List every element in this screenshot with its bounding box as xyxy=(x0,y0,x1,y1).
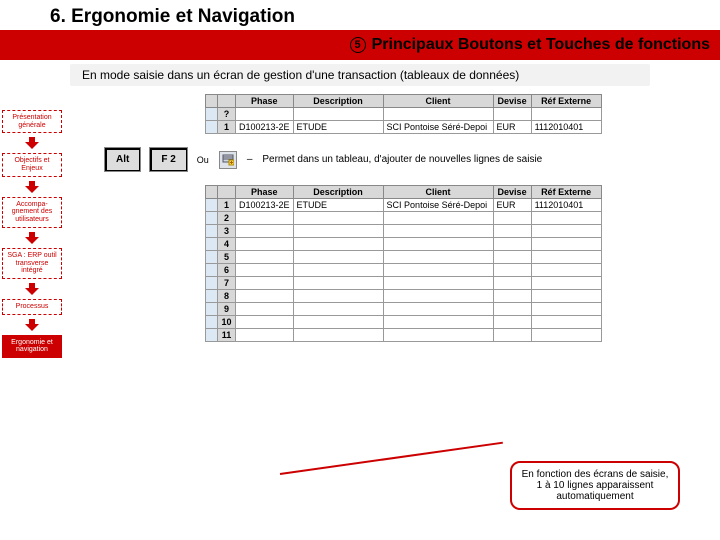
table-row[interactable]: 8 xyxy=(206,290,602,303)
main-content: Phase Description Client Devise Réf Exte… xyxy=(70,94,720,342)
table-row[interactable]: 4 xyxy=(206,238,602,251)
key-f2: F 2 xyxy=(150,148,186,171)
context-bar: En mode saisie dans un écran de gestion … xyxy=(70,64,650,86)
arrow-down-icon xyxy=(2,283,62,295)
slide-subtitle: 5 Principaux Boutons et Touches de fonct… xyxy=(350,36,710,54)
table-row[interactable]: ? xyxy=(206,108,602,121)
nav-item-ergonomie[interactable]: Ergonomie et navigation xyxy=(2,335,62,358)
arrow-down-icon xyxy=(2,319,62,331)
table2-wrap: Phase Description Client Devise Réf Exte… xyxy=(205,185,710,342)
table-row[interactable]: 6 xyxy=(206,264,602,277)
nav-item-sga[interactable]: SGA : ERP outil transverse intégré xyxy=(2,248,62,279)
table-row[interactable]: 2 xyxy=(206,212,602,225)
table-header-row: Phase Description Client Devise Réf Exte… xyxy=(206,95,602,108)
table-header-row: Phase Description Client Devise Réf Exte… xyxy=(206,186,602,199)
shortcut-explain: Permet dans un tableau, d'ajouter de nou… xyxy=(262,154,542,165)
erp-table-before: Phase Description Client Devise Réf Exte… xyxy=(205,94,602,134)
callout-text: En fonction des écrans de saisie, 1 à 10… xyxy=(522,469,669,502)
table-row[interactable]: 9 xyxy=(206,303,602,316)
slide-header: 6. Ergonomie et Navigation xyxy=(0,0,720,30)
arrow-down-icon xyxy=(2,181,62,193)
slide-title: 6. Ergonomie et Navigation xyxy=(50,6,720,28)
erp-table-after: Phase Description Client Devise Réf Exte… xyxy=(205,185,602,342)
red-banner: 5 Principaux Boutons et Touches de fonct… xyxy=(0,30,720,60)
callout-leader xyxy=(280,442,503,475)
nav-sidebar: Présentation générale Objectifs et Enjeu… xyxy=(2,110,62,362)
table-row[interactable]: 5 xyxy=(206,251,602,264)
table1-wrap: Phase Description Client Devise Réf Exte… xyxy=(205,94,710,134)
nav-item-presentation[interactable]: Présentation générale xyxy=(2,110,62,133)
nav-item-objectifs[interactable]: Objectifs et Enjeux xyxy=(2,153,62,176)
table-row[interactable]: 7 xyxy=(206,277,602,290)
table-row[interactable]: 3 xyxy=(206,225,602,238)
key-alt: Alt xyxy=(105,148,140,171)
arrow-down-icon xyxy=(2,137,62,149)
nav-item-accompagnement[interactable]: Accompa-gnement des utilisateurs xyxy=(2,197,62,228)
table-row[interactable]: 1 D100213-2E ETUDE SCI Pontoise Séré-Dep… xyxy=(206,121,602,134)
shortcut-row: Alt F 2 Ou – Permet dans un tableau, d'a… xyxy=(105,148,710,171)
add-line-icon[interactable] xyxy=(219,151,237,169)
subtitle-text: Principaux Boutons et Touches de fonctio… xyxy=(372,36,710,54)
circled-number-icon: 5 xyxy=(350,37,366,53)
dash: – xyxy=(247,154,253,165)
or-label: Ou xyxy=(197,155,209,165)
callout-box: En fonction des écrans de saisie, 1 à 10… xyxy=(510,461,680,510)
table-row[interactable]: 10 xyxy=(206,316,602,329)
table-row[interactable]: 11 xyxy=(206,329,602,342)
nav-item-processus[interactable]: Processus xyxy=(2,299,62,315)
table-row[interactable]: 1D100213-2EETUDESCI Pontoise Séré-DepoiE… xyxy=(206,199,602,212)
arrow-down-icon xyxy=(2,232,62,244)
